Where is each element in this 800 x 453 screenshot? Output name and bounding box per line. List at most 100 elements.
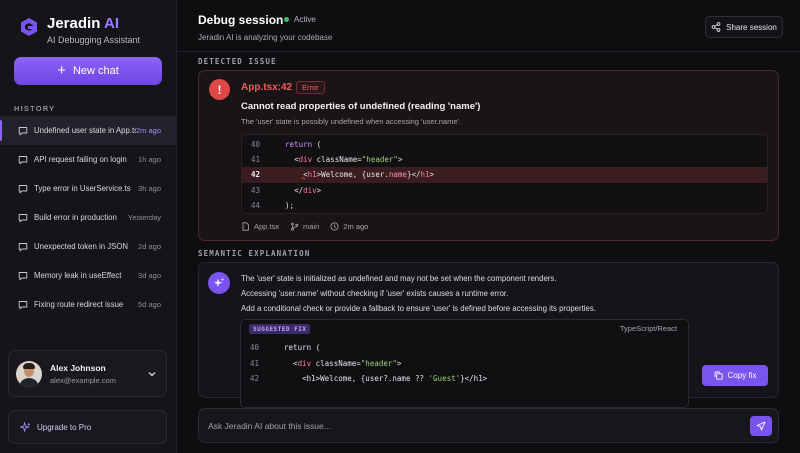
code-line: 43 </div> (242, 183, 767, 198)
code-text: <div className="header"> (294, 155, 403, 165)
chat-bubble-icon (18, 184, 28, 193)
error-icon: ! (209, 79, 230, 100)
user-menu[interactable]: Alex Johnson alex@example.com (8, 350, 167, 397)
semantic-explanation-heading: SEMANTIC EXPLANATION (198, 249, 311, 258)
copy-icon (714, 371, 723, 380)
history-list: Undefined user state in App.tsx 2m ago API… (0, 116, 176, 319)
history-item-time: 3d ago (138, 271, 161, 280)
avatar (16, 360, 42, 387)
upgrade-button[interactable]: Upgrade to Pro (8, 410, 167, 444)
branch-icon (291, 222, 299, 231)
history-item[interactable]: Undefined user state in App.tsx 2m ago (0, 116, 176, 145)
main-panel: Debug session Active Jeradin AI is analy… (177, 0, 800, 453)
fix-code-snippet: 40 return ( 41 <div className="header"> 42… (241, 338, 688, 387)
share-icon (711, 22, 721, 32)
code-text: ); (285, 200, 295, 210)
line-number: 41 (250, 358, 260, 368)
code-line: 40 return ( (242, 137, 767, 152)
history-item-title: Fixing route redirect issue (34, 300, 124, 309)
hexagon-logo-icon (21, 18, 37, 36)
ai-sparkle-icon (208, 272, 230, 294)
code-snippet: 40 return (41 <div className="header"> 42… (241, 134, 768, 214)
suggested-fix-box: SUGGESTED FIX TypeScript/React 40 return… (240, 319, 689, 408)
code-text: return ( (284, 343, 321, 353)
sparkle-icon (20, 421, 31, 433)
chat-bubble-icon (18, 300, 28, 309)
line-number: 40 (250, 343, 260, 353)
history-item[interactable]: Build error in production Yesterday (0, 203, 176, 232)
line-number: 41 (251, 155, 261, 165)
code-text: <div className="header"> (293, 358, 402, 368)
file-icon (242, 222, 249, 231)
explanation-paragraph: Accessing 'user.name' without checking i… (241, 289, 509, 298)
new-chat-label: New chat (72, 65, 119, 77)
app-name: Jeradin AI (47, 15, 119, 32)
history-item-title: Type error in UserService.ts (34, 184, 131, 193)
code-line: 44 ); (242, 198, 767, 213)
history-item[interactable]: Fixing route redirect issue 5d ago (0, 290, 176, 319)
history-item-time: Yesterday (127, 213, 161, 222)
history-heading: HISTORY (14, 104, 56, 113)
brand: Jeradin AI AI Debugging Assistant (19, 16, 140, 45)
code-line: 41 <div className="header"> (241, 356, 688, 372)
line-number: 42 (251, 170, 261, 180)
history-item-time: 2m ago (135, 126, 161, 135)
chevron-down-icon[interactable] (147, 369, 157, 379)
code-text: <h1>Welcome, {user.name}</h1> (303, 170, 435, 180)
chat-bubble-icon (18, 242, 28, 251)
issue-card: ! App.tsx:42 Error Cannot read propertie… (198, 70, 779, 241)
detected-issue-heading: DETECTED ISSUE (198, 57, 277, 66)
line-number: 40 (251, 140, 261, 150)
meta-time: 2m ago (330, 222, 368, 231)
status-badge: Active (284, 15, 316, 24)
history-item-title: API request failing on login (34, 155, 127, 164)
issue-title: Cannot read properties of undefined (rea… (241, 101, 481, 112)
explanation-card: The 'user' state is initialized as undef… (198, 262, 779, 408)
explanation-paragraph: The 'user' state is initialized as undef… (241, 274, 557, 283)
page-subtitle: Jeradin AI is analyzing your codebase (198, 33, 333, 42)
plus-icon: + (57, 62, 66, 79)
history-item-title: Memory leak in useEffect (34, 271, 122, 280)
history-item-title: Undefined user state in App.tsx (34, 126, 136, 135)
share-session-button[interactable]: Share session (705, 16, 783, 38)
sidebar: Jeradin AI AI Debugging Assistant + New … (0, 0, 177, 453)
history-item[interactable]: API request failing on login 1h ago (0, 145, 176, 174)
code-text: </div> (294, 185, 322, 195)
history-item[interactable]: Type error in UserService.ts 3h ago (0, 174, 176, 203)
line-number: 42 (250, 374, 260, 384)
issue-file-ref[interactable]: App.tsx:42 (241, 82, 292, 93)
send-button[interactable] (750, 416, 772, 436)
suggested-fix-badge: SUGGESTED FIX (249, 324, 311, 334)
history-item[interactable]: Unexpected token in JSON 2d ago (0, 232, 176, 261)
history-item-time: 3h ago (138, 184, 161, 193)
chat-bubble-icon (18, 126, 28, 135)
code-line: 41 <div className="header"> (242, 152, 767, 167)
chat-bubble-icon (18, 213, 28, 222)
upgrade-label: Upgrade to Pro (37, 422, 92, 432)
error-badge: Error (296, 81, 325, 94)
ask-input[interactable] (208, 418, 728, 434)
chat-bubble-icon (18, 271, 28, 280)
explanation-paragraph: Add a conditional check or provide a fal… (241, 304, 596, 313)
line-number: 44 (251, 200, 261, 210)
fix-language-label: TypeScript/React (619, 324, 677, 333)
line-number: 43 (251, 185, 261, 195)
copy-fix-button[interactable]: Copy fix (702, 365, 768, 386)
composer (198, 408, 779, 443)
meta-file: App.tsx (241, 222, 279, 231)
issue-description: The 'user' state is possibly undefined w… (241, 117, 462, 126)
new-chat-button[interactable]: + New chat (14, 57, 162, 85)
history-item[interactable]: Memory leak in useEffect 3d ago (0, 261, 176, 290)
clock-icon (330, 222, 339, 231)
history-item-title: Unexpected token in JSON (34, 242, 129, 251)
send-icon (756, 421, 766, 431)
page-title: Debug session (198, 13, 284, 27)
meta-branch: main (290, 222, 319, 231)
chat-bubble-icon (18, 155, 28, 164)
issue-meta: App.tsx main 2m ago (241, 222, 368, 231)
history-item-time: 2d ago (138, 242, 161, 251)
user-name: Alex Johnson (50, 362, 106, 373)
history-item-time: 1h ago (138, 155, 161, 164)
history-item-time: 5d ago (138, 300, 161, 309)
status-dot-icon (284, 17, 289, 22)
